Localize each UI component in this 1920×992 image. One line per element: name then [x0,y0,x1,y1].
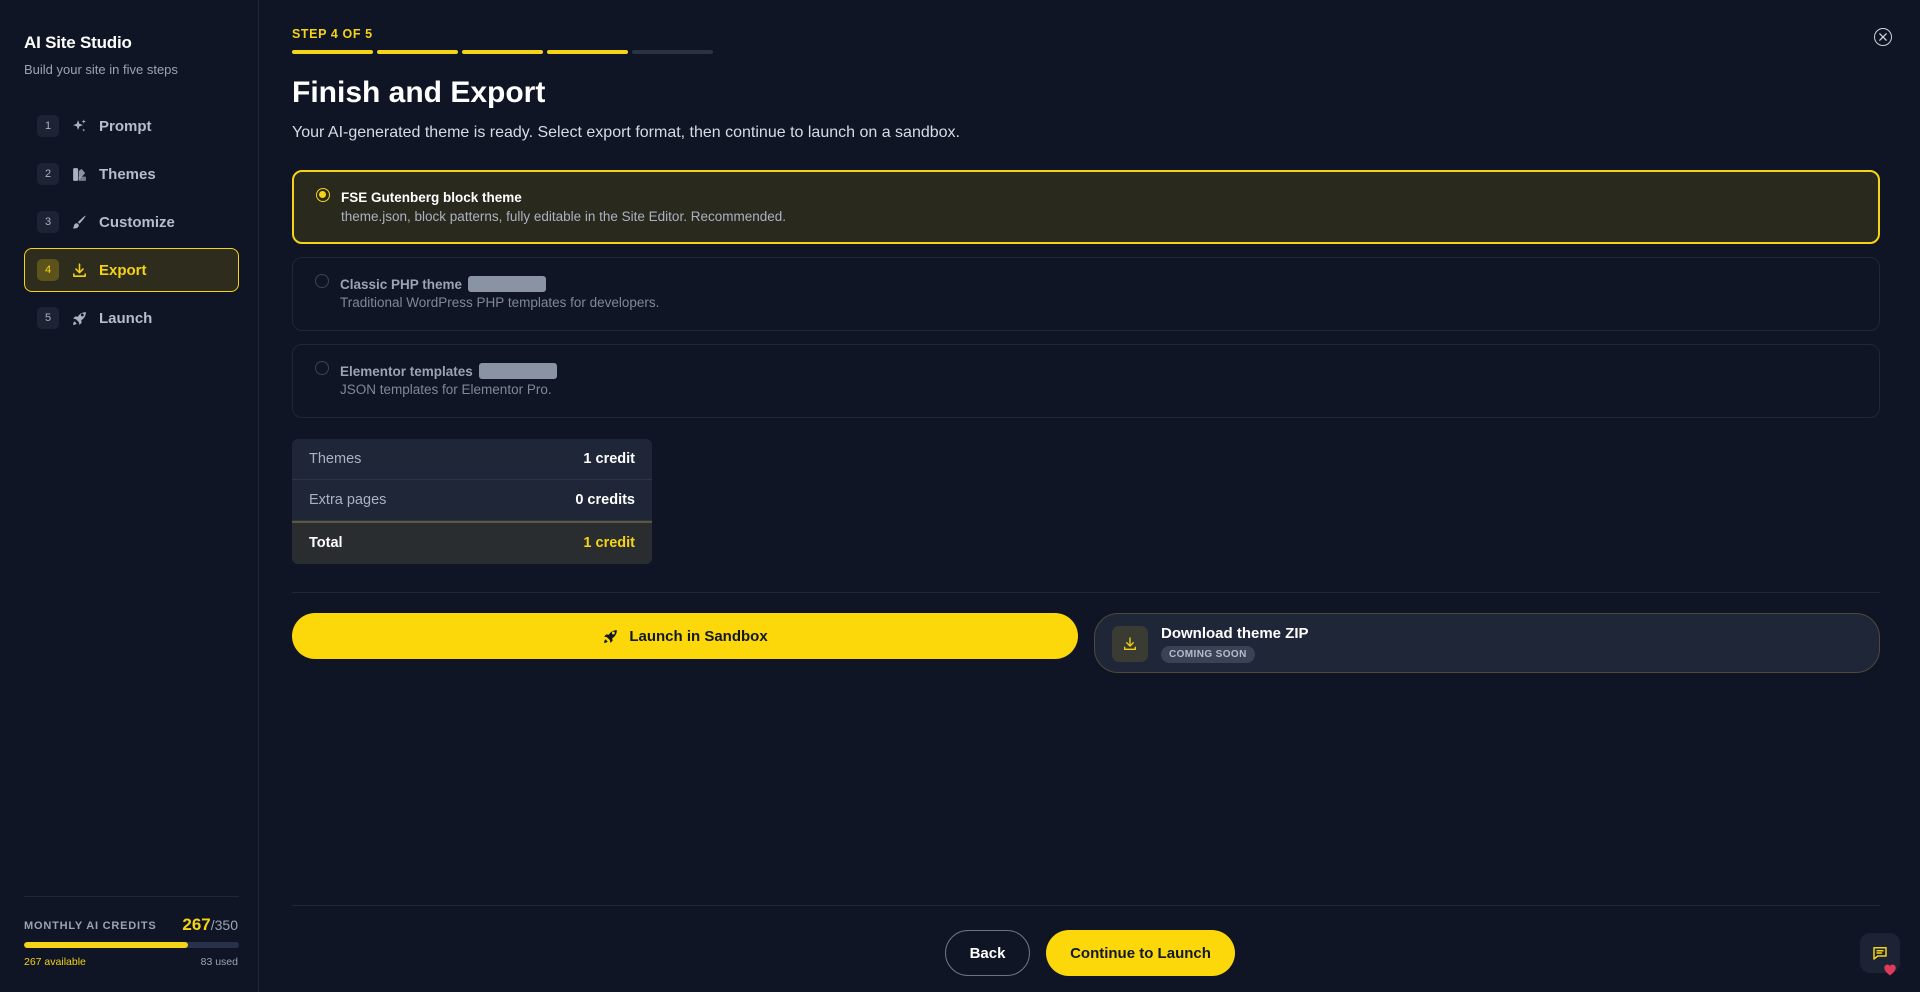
credits-available: 267 available [24,956,86,968]
credits-total: /350 [210,917,238,933]
option-description: Traditional WordPress PHP templates for … [340,295,660,310]
option-description: theme.json, block patterns, fully editab… [341,209,786,224]
sidebar-item-label: Customize [99,213,175,231]
option-title-text: Classic PHP theme [340,276,463,292]
option-title: FSE Gutenberg block theme [341,190,522,205]
download-title: Download theme ZIP [1161,625,1309,642]
cost-row: Extra pages 0 credits [292,480,652,521]
export-option-elementor[interactable]: Elementor templates JSON templates for E… [292,344,1880,418]
close-icon [1879,33,1887,41]
continue-button[interactable]: Continue to Launch [1046,930,1235,976]
brush-icon [69,212,89,232]
option-description: JSON templates for Elementor Pro. [340,382,552,397]
cost-total-value: 1 credit [583,535,635,551]
launch-sandbox-button[interactable]: Launch in Sandbox [292,613,1078,659]
sidebar-item-label: Themes [99,165,156,183]
step-nav: 1 Prompt 2 Themes 3 Customize 4 Export 5… [24,104,239,344]
step-number: 5 [37,307,59,329]
credits-value: 267/350 [182,915,238,935]
radio-button[interactable] [315,274,329,288]
step-indicator: STEP 4 OF 5 [292,27,373,41]
cost-total-row: Total 1 credit [292,521,652,564]
app-subtitle: Build your site in five steps [24,62,178,77]
credits-progress-fill [24,942,189,948]
back-button[interactable]: Back [945,930,1030,976]
cost-label: Extra pages [309,492,387,508]
credits-progress-bar [24,942,239,948]
divider [292,905,1880,906]
sidebar-item-prompt[interactable]: 1 Prompt [24,104,239,148]
heart-icon [1880,959,1900,979]
progress-segment [377,50,458,54]
close-button[interactable] [1874,28,1892,46]
cost-value: 1 credit [583,451,635,467]
cost-total-label: Total [309,535,343,551]
option-title-text: FSE Gutenberg block theme [341,190,522,205]
radio-button[interactable] [316,188,330,202]
redacted-badge [468,276,547,292]
download-zip-card: Download theme ZIP COMING SOON [1094,613,1880,673]
page-title: Finish and Export [292,76,546,109]
option-title-text: Elementor templates [340,363,473,379]
step-number: 4 [37,259,59,281]
credits-remaining: 267 [182,915,211,934]
sidebar-item-label: Export [99,261,147,279]
sparkles-icon [69,116,89,136]
app-title: AI Site Studio [24,33,132,52]
sidebar-item-launch[interactable]: 5 Launch [24,296,239,340]
sidebar-item-label: Launch [99,309,153,327]
launch-sandbox-label: Launch in Sandbox [629,627,768,645]
sidebar: AI Site Studio Build your site in five s… [0,0,259,992]
download-icon [69,260,89,280]
divider [24,896,239,897]
coming-soon-badge: COMING SOON [1161,646,1255,663]
progress-segment [632,50,713,54]
progress-segment [292,50,373,54]
progress-segment [547,50,628,54]
step-number: 3 [37,211,59,233]
credits-label: MONTHLY AI CREDITS [24,920,157,932]
step-number: 2 [37,163,59,185]
sidebar-item-export[interactable]: 4 Export [24,248,239,292]
radio-button[interactable] [315,361,329,375]
sidebar-item-label: Prompt [99,117,152,135]
option-title: Elementor templates [340,363,557,379]
palette-icon [69,164,89,184]
rocket-icon [602,628,619,645]
step-progress [292,50,713,54]
divider [292,592,1880,593]
sidebar-item-customize[interactable]: 3 Customize [24,200,239,244]
cost-label: Themes [309,451,362,467]
step-number: 1 [37,115,59,137]
credits-used: 83 used [200,956,238,968]
cost-row: Themes 1 credit [292,439,652,480]
cost-value: 0 credits [575,492,635,508]
redacted-badge [478,363,557,379]
cost-summary: Themes 1 credit Extra pages 0 credits To… [292,439,652,564]
sidebar-item-themes[interactable]: 2 Themes [24,152,239,196]
rocket-icon [69,308,89,328]
progress-segment [462,50,543,54]
download-icon [1112,626,1148,662]
export-option-fse[interactable]: FSE Gutenberg block theme theme.json, bl… [292,170,1880,244]
page-description: Your AI-generated theme is ready. Select… [292,124,960,141]
export-option-classic-php[interactable]: Classic PHP theme Traditional WordPress … [292,257,1880,331]
option-title: Classic PHP theme [340,276,547,292]
